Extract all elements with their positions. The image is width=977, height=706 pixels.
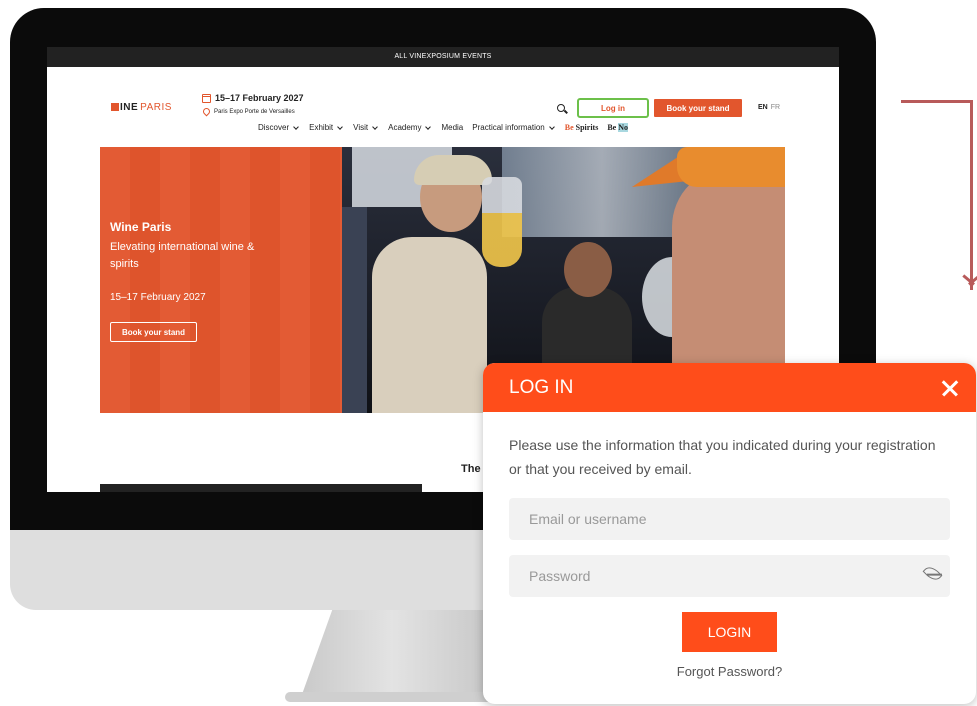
nav-label: Visit (353, 123, 369, 132)
beno-suffix: No (618, 123, 628, 132)
lang-fr[interactable]: FR (771, 104, 780, 111)
event-date: 15–17 February 2027 (215, 93, 304, 103)
nav-bespirits[interactable]: Be Spirits (565, 123, 599, 132)
nav-media[interactable]: Media (441, 123, 463, 132)
search-icon[interactable] (557, 104, 565, 112)
event-date-row: 15–17 February 2027 (202, 93, 304, 103)
login-modal: LOG IN Please use the information that y… (483, 363, 976, 704)
nav-beno[interactable]: Be No (607, 123, 628, 132)
section-heading-fragment: The (461, 463, 481, 475)
main-nav: Discover Exhibit Visit Academy Media Pra… (47, 123, 839, 132)
bespirits-suffix: Spirits (575, 123, 599, 132)
calendar-icon (202, 93, 211, 103)
logo-main: INE (120, 102, 139, 113)
header-book-stand-button[interactable]: Book your stand (654, 99, 742, 117)
chevron-down-icon (337, 123, 343, 130)
site-logo[interactable]: INE PARIS (111, 102, 172, 113)
forgot-password-link[interactable]: Forgot Password? (483, 664, 976, 679)
events-strip[interactable]: ALL VINEXPOSIUM EVENTS (47, 47, 839, 74)
video-thumbnail[interactable] (100, 484, 422, 492)
nav-visit[interactable]: Visit (353, 123, 379, 132)
login-submit-button[interactable]: LOGIN (682, 612, 777, 652)
beno-prefix: Be (607, 123, 617, 132)
annotation-arrow-vertical (970, 100, 973, 290)
chevron-down-icon (425, 123, 432, 130)
header-login-button[interactable]: Log in (577, 98, 649, 118)
nav-label: Media (441, 123, 464, 132)
lang-en[interactable]: EN (758, 104, 768, 111)
site-header: INE PARIS 15–17 February 2027 Paris Expo … (47, 67, 839, 147)
login-instructions: Please use the information that you indi… (509, 437, 936, 477)
location-pin-icon (201, 106, 212, 117)
stage: ALL VINEXPOSIUM EVENTS INE PARIS 15–17 Fe… (0, 0, 977, 706)
event-venue: Paris Expo Porte de Versailles (214, 108, 295, 115)
event-venue-row: Paris Expo Porte de Versailles (201, 106, 304, 117)
logo-mark-icon (111, 103, 119, 111)
events-strip-label: ALL VINEXPOSIUM EVENTS (394, 53, 492, 60)
hero-title: Wine Paris (110, 220, 172, 234)
email-field[interactable] (509, 498, 950, 540)
hero-panel: Wine Paris Elevating international wine … (100, 147, 342, 413)
language-switcher: EN FR (758, 104, 780, 111)
annotation-arrow-horizontal (901, 100, 973, 103)
event-info: 15–17 February 2027 Paris Expo Porte de … (201, 93, 304, 117)
nav-label: Practical information (472, 123, 545, 132)
nav-label: Discover (258, 123, 290, 132)
nav-discover[interactable]: Discover (258, 123, 300, 132)
hero-book-stand-button[interactable]: Book your stand (110, 322, 197, 342)
chevron-down-icon (372, 123, 378, 130)
chevron-down-icon (548, 123, 555, 130)
hero-subtitle: Elevating international wine & spirits (110, 241, 255, 270)
hero-date: 15–17 February 2027 (110, 292, 206, 303)
password-field[interactable] (509, 555, 950, 597)
login-modal-title: LOG IN (509, 376, 574, 398)
nav-academy[interactable]: Academy (388, 123, 432, 132)
close-icon[interactable] (941, 379, 959, 397)
bespirits-prefix: Be (564, 123, 574, 132)
logo-sub: PARIS (140, 102, 172, 113)
login-modal-header: LOG IN (483, 363, 976, 412)
nav-label: Academy (388, 123, 422, 132)
chevron-down-icon (293, 123, 299, 130)
nav-exhibit[interactable]: Exhibit (309, 123, 344, 132)
nav-practical-information[interactable]: Practical information (472, 123, 555, 132)
nav-label: Exhibit (309, 123, 334, 132)
